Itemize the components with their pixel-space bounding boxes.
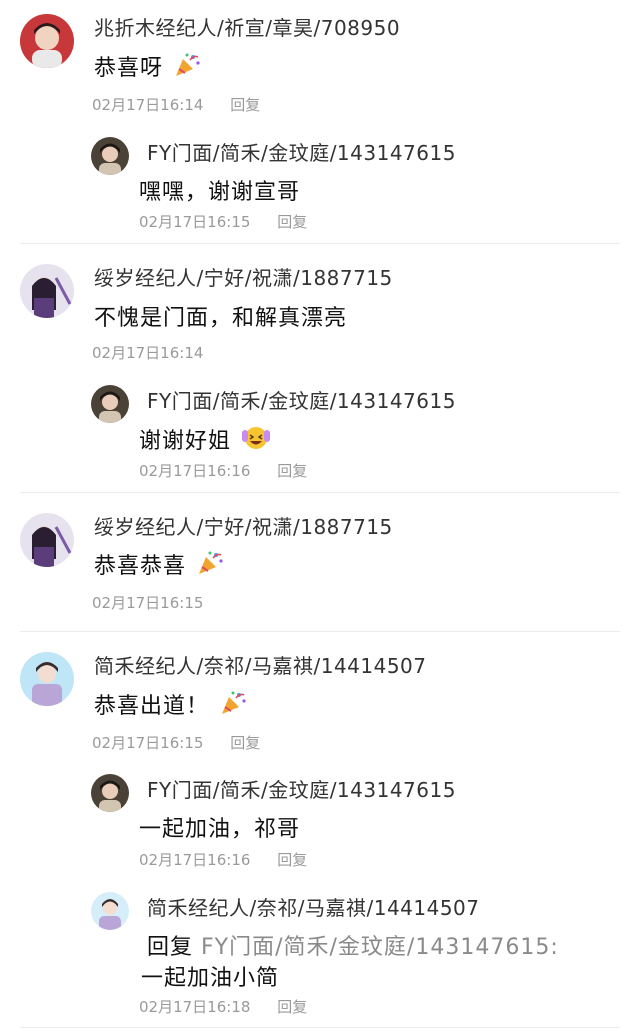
party-popper-icon <box>196 549 224 583</box>
reply-button[interactable]: 回复 <box>277 851 307 869</box>
reply-prefix: 回复 <box>147 935 194 960</box>
reply-text: 谢谢好姐 <box>139 422 271 458</box>
timestamp: 02月17日16:14 <box>92 96 204 114</box>
comment-meta: 02月17日16:14 <box>92 342 203 363</box>
reply-meta: 02月17日16:16 回复 <box>139 849 307 870</box>
comment-text: 恭喜呀 <box>94 50 201 85</box>
avatar[interactable] <box>91 385 129 423</box>
commenter-name[interactable]: 简禾经纪人/奈祁/马嘉祺/14414507 <box>94 650 427 679</box>
comment-meta: 02月17日16:15 回复 <box>92 732 260 753</box>
reply-meta: 02月17日16:18 回复 <box>139 996 307 1017</box>
divider <box>20 631 620 632</box>
comment-body: 恭喜出道！ <box>94 694 210 719</box>
commenter-name[interactable]: 绥岁经纪人/宁好/祝潇/1887715 <box>94 262 393 291</box>
avatar[interactable] <box>20 513 74 567</box>
reply-body: 谢谢好姐 <box>139 429 232 454</box>
reply-button[interactable]: 回复 <box>277 998 307 1016</box>
divider <box>20 1027 620 1028</box>
reply-body: 一起加油小简 <box>141 966 280 991</box>
replier-name[interactable]: FY门面/简禾/金玟庭/143147615 <box>147 385 456 414</box>
timestamp: 02月17日16:15 <box>139 213 251 231</box>
party-popper-icon <box>173 51 201 85</box>
reply-meta: 02月17日16:16 回复 <box>139 460 307 481</box>
comment-body: 恭喜恭喜 <box>94 554 187 579</box>
avatar[interactable] <box>91 137 129 175</box>
reply-text: 回复 FY门面/简禾/金玟庭/143147615: <box>147 929 559 961</box>
comment-thread: 兆折木经纪人/祈宣/章昊/708950 恭喜呀 02月17日16:14 回复 F… <box>0 0 640 1029</box>
avatar[interactable] <box>91 892 129 930</box>
reply-button[interactable]: 回复 <box>277 213 307 231</box>
comment-body: 恭喜呀 <box>94 56 164 81</box>
reply-meta: 02月17日16:15 回复 <box>139 211 307 232</box>
replier-name[interactable]: 简禾经纪人/奈祁/马嘉祺/14414507 <box>147 892 480 921</box>
replier-name[interactable]: FY门面/简禾/金玟庭/143147615 <box>147 774 456 803</box>
avatar[interactable] <box>91 774 129 812</box>
timestamp: 02月17日16:14 <box>92 344 204 362</box>
timestamp: 02月17日16:16 <box>139 462 251 480</box>
divider <box>20 492 620 493</box>
comment-meta: 02月17日16:15 <box>92 592 203 613</box>
comment-text: 恭喜出道！ <box>94 688 247 723</box>
reply-target-name[interactable]: FY门面/简禾/金玟庭/143147615: <box>201 935 559 960</box>
timestamp: 02月17日16:15 <box>92 734 204 752</box>
reply-text: 嘿嘿，谢谢宣哥 <box>139 180 301 205</box>
avatar[interactable] <box>20 14 74 68</box>
reply-text: 一起加油，祁哥 <box>139 817 301 842</box>
party-popper-icon <box>219 689 247 723</box>
laughing-face-icon <box>241 422 271 458</box>
comment-meta: 02月17日16:14 回复 <box>92 94 260 115</box>
timestamp: 02月17日16:15 <box>92 594 204 612</box>
comment-text: 恭喜恭喜 <box>94 548 224 583</box>
reply-button[interactable]: 回复 <box>277 462 307 480</box>
timestamp: 02月17日16:18 <box>139 998 251 1016</box>
reply-button[interactable]: 回复 <box>230 96 260 114</box>
replier-name[interactable]: FY门面/简禾/金玟庭/143147615 <box>147 137 456 166</box>
reply-button[interactable]: 回复 <box>230 734 260 752</box>
comment-text: 不愧是门面，和解真漂亮 <box>94 306 348 331</box>
divider <box>20 243 620 244</box>
commenter-name[interactable]: 兆折木经纪人/祈宣/章昊/708950 <box>94 12 400 41</box>
avatar[interactable] <box>20 264 74 318</box>
timestamp: 02月17日16:16 <box>139 851 251 869</box>
commenter-name[interactable]: 绥岁经纪人/宁好/祝潇/1887715 <box>94 511 393 540</box>
avatar[interactable] <box>20 652 74 706</box>
